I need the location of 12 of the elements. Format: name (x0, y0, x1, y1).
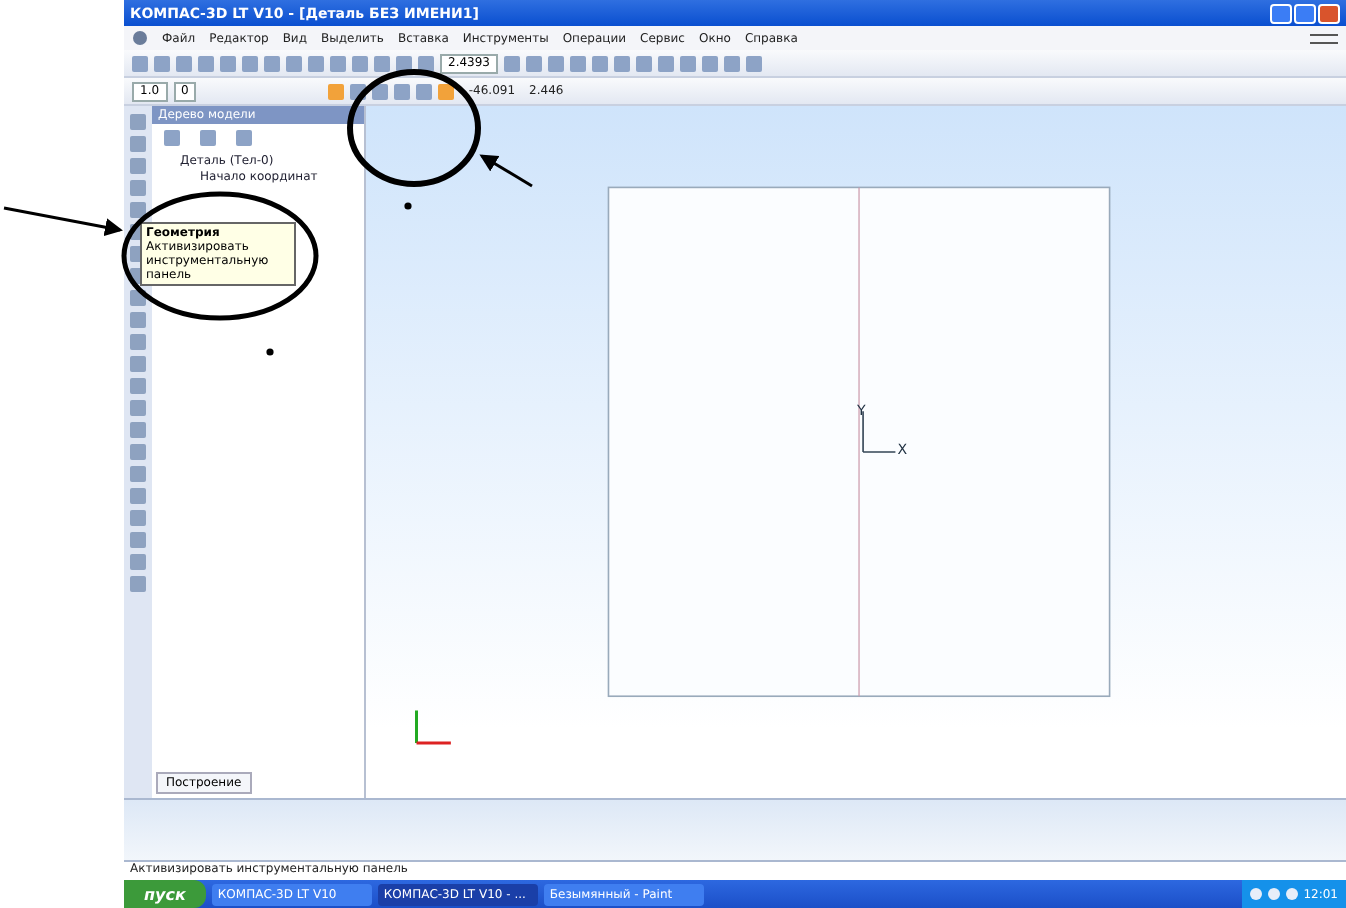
document-icon[interactable] (132, 30, 148, 46)
minimize-button[interactable] (1270, 3, 1292, 23)
maximize-button[interactable] (1294, 3, 1316, 23)
orientation-triad-icon (415, 710, 451, 745)
annotation-dot (266, 348, 274, 356)
axis-icon (862, 410, 897, 453)
close-button[interactable] (1318, 3, 1340, 23)
annotation-arrow (479, 154, 533, 188)
annotation-arrow (3, 206, 123, 237)
start-button[interactable]: пуск (124, 880, 206, 908)
document-controls-icon[interactable] (1310, 33, 1338, 43)
annotation-dot (404, 202, 412, 210)
